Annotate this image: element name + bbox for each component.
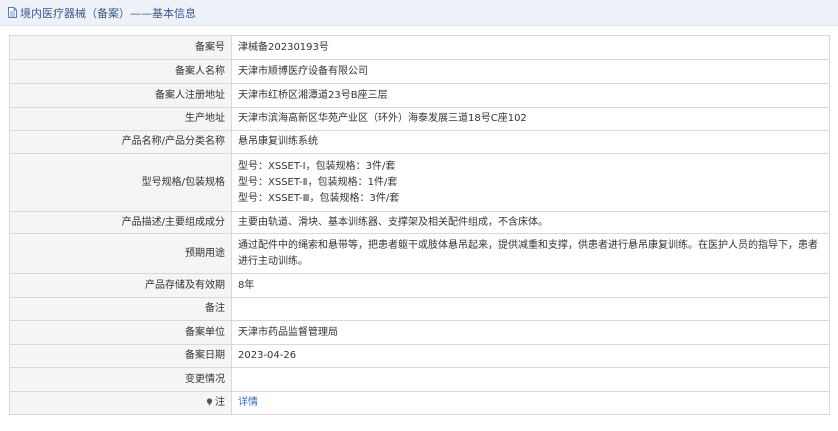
row-value: 天津市药品监督管理局 [231,320,830,345]
row-label: 备案日期 [9,344,232,368]
row-label-note: 注 [9,391,232,415]
table-row: 备注 [9,297,830,321]
table-row: 注 详情 [9,391,830,415]
row-value: 天津市顺博医疗设备有限公司 [231,59,830,84]
row-label: 备案号 [9,35,232,60]
page-header: 境内医疗器械（备案）——基本信息 [0,0,838,26]
row-label: 备案单位 [9,320,232,345]
table-row: 变更情况 [9,367,830,392]
row-label: 备案人注册地址 [9,83,232,108]
row-label: 预期用途 [9,233,232,274]
row-label: 生产地址 [9,107,232,131]
table-row: 备案人注册地址 天津市红桥区湘潭道23号B座三层 [9,83,830,108]
row-value: 详情 [231,391,830,415]
model-spec-line: 型号：XSSET-Ⅲ，包装规格：3件/套 [238,192,400,204]
row-value: 天津市滨海高新区华苑产业区（环外）海泰发展三道18号C座102 [231,107,830,131]
row-value [231,367,830,392]
model-spec-line: 型号：XSSET-Ⅰ，包装规格：3件/套 [238,160,396,172]
row-label: 产品名称/产品分类名称 [9,130,232,154]
table-row: 生产地址 天津市滨海高新区华苑产业区（环外）海泰发展三道18号C座102 [9,107,830,131]
table-row: 型号规格/包装规格 型号：XSSET-Ⅰ，包装规格：3件/套 型号：XSSET-… [9,153,830,212]
table-row: 备案号 津械备20230193号 [9,35,830,60]
row-label: 备案人名称 [9,59,232,84]
row-value: 悬吊康复训练系统 [231,130,830,154]
info-pin-icon [206,398,213,406]
row-label: 变更情况 [9,367,232,392]
row-value: 通过配件中的绳索和悬带等，把患者躯干或肢体悬吊起来，提供减重和支撑，供患者进行悬… [231,233,830,274]
note-label: 注 [215,397,225,408]
row-value: 津械备20230193号 [231,35,830,60]
row-label: 备注 [9,297,232,321]
row-label: 产品描述/主要组成成分 [9,211,232,234]
row-value: 8年 [231,273,830,298]
model-spec-line: 型号：XSSET-Ⅱ，包装规格：1件/套 [238,176,398,188]
row-label: 产品存储及有效期 [9,273,232,298]
row-value: 天津市红桥区湘潭道23号B座三层 [231,83,830,108]
info-table-container: 备案号 津械备20230193号 备案人名称 天津市顺博医疗设备有限公司 备案人… [9,35,830,415]
row-label: 型号规格/包装规格 [9,153,232,212]
page-title: 境内医疗器械（备案）——基本信息 [20,6,196,20]
table-row: 备案人名称 天津市顺博医疗设备有限公司 [9,59,830,84]
info-table: 备案号 津械备20230193号 备案人名称 天津市顺博医疗设备有限公司 备案人… [9,35,830,415]
row-value [231,297,830,321]
table-row: 预期用途 通过配件中的绳索和悬带等，把患者躯干或肢体悬吊起来，提供减重和支撑，供… [9,233,830,274]
table-row: 备案单位 天津市药品监督管理局 [9,320,830,345]
table-row: 产品名称/产品分类名称 悬吊康复训练系统 [9,130,830,154]
details-link[interactable]: 详情 [238,397,258,408]
document-icon [8,7,17,18]
row-value: 型号：XSSET-Ⅰ，包装规格：3件/套 型号：XSSET-Ⅱ，包装规格：1件/… [231,153,830,212]
table-row: 产品存储及有效期 8年 [9,273,830,298]
table-row: 备案日期 2023-04-26 [9,344,830,368]
row-value: 2023-04-26 [231,344,830,368]
table-row: 产品描述/主要组成成分 主要由轨道、滑块、基本训练器、支撑架及相关配件组成，不含… [9,211,830,234]
row-value: 主要由轨道、滑块、基本训练器、支撑架及相关配件组成，不含床体。 [231,211,830,234]
